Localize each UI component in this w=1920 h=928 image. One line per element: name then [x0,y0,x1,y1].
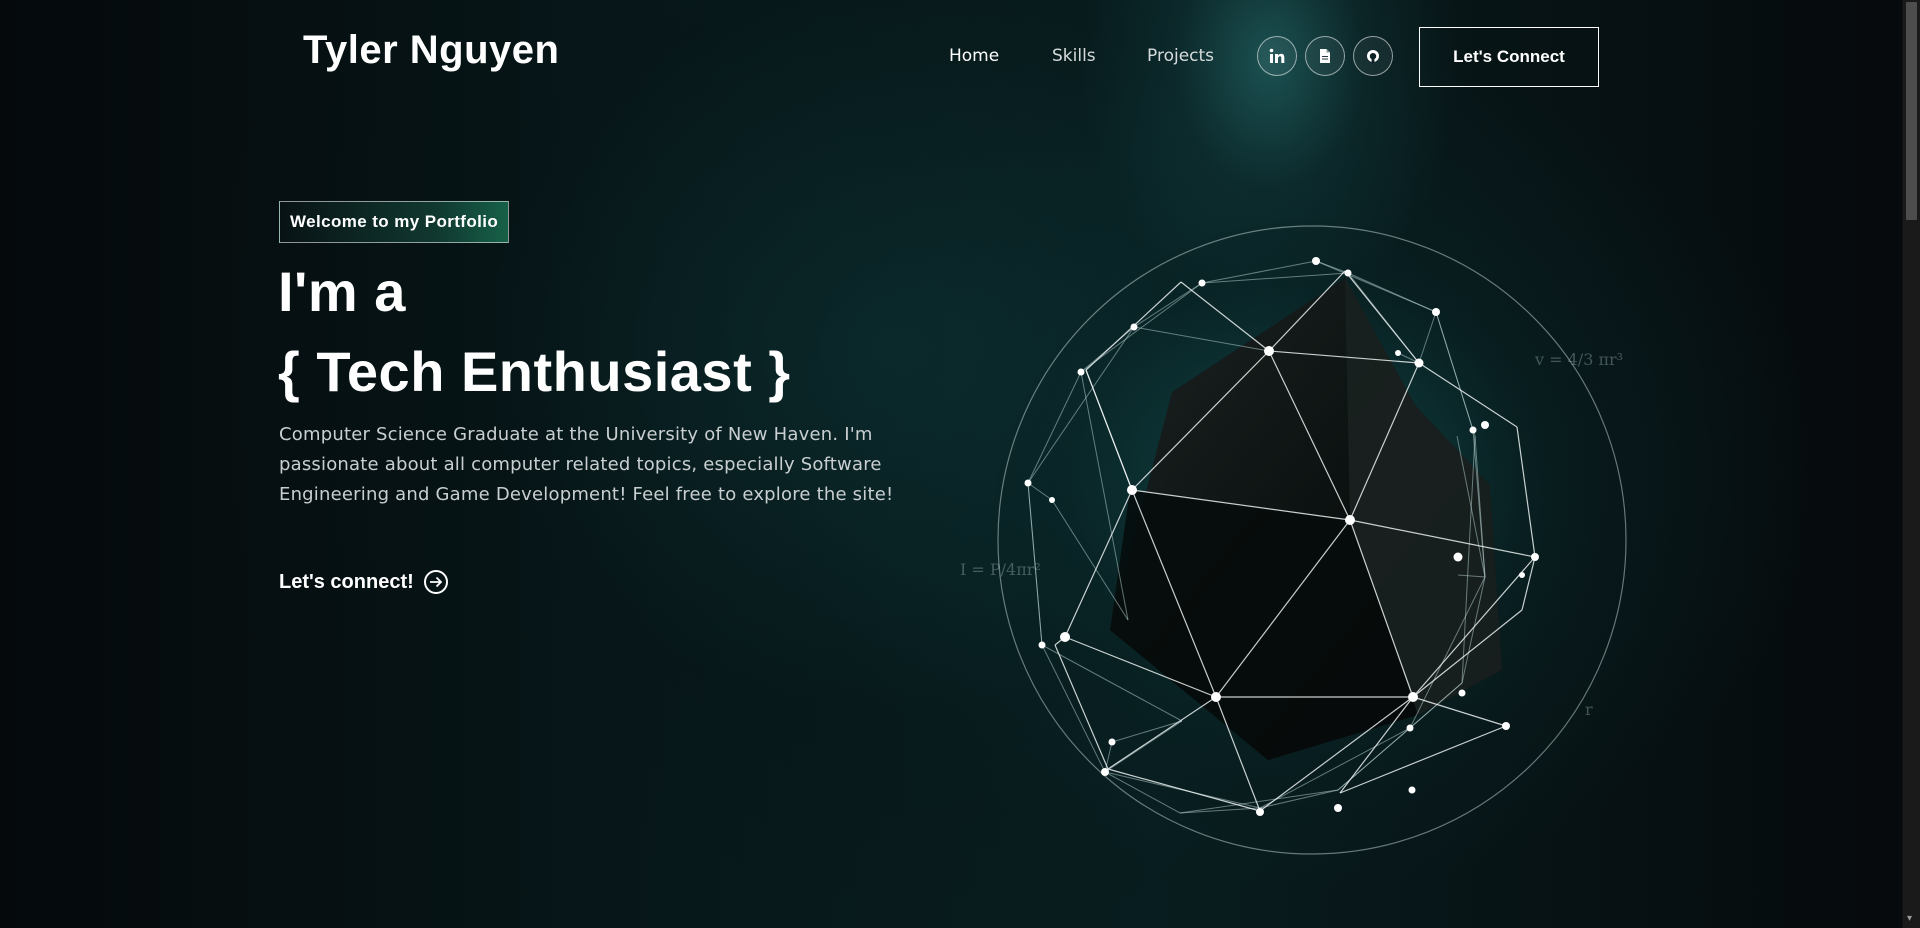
headline-intro: I'm a [278,260,406,323]
arrow-right-circle-icon [423,570,448,594]
bio-text: Computer Science Graduate at the Univers… [279,424,894,505]
scrollbar-thumb[interactable] [1906,2,1917,220]
scroll-down-icon[interactable]: ▾ [1907,914,1912,924]
nav-skills[interactable]: Skills [1052,46,1096,66]
document-icon [1320,49,1330,63]
linkedin-icon [1269,48,1285,63]
headline-role: { Tech Enthusiast } [278,340,791,403]
page: Tyler Nguyen Home Skills Projects Let's … [0,0,1920,928]
volume-formula: v = 4/3 πr³ [1535,350,1624,369]
page-scrollbar[interactable]: ▾ [1902,0,1920,928]
linkedin-button[interactable] [1257,36,1297,76]
github-button[interactable] [1353,36,1393,76]
tagline-badge: Welcome to my Portfolio [279,201,510,243]
nav-home[interactable]: Home [949,46,999,66]
resume-button[interactable] [1305,36,1345,76]
lets-connect-link[interactable]: Let's connect! [279,570,448,594]
cta-label: Let's connect! [279,570,414,593]
lets-connect-button[interactable]: Let's Connect [1419,27,1599,87]
github-icon [1367,50,1379,63]
site-logo[interactable]: Tyler Nguyen [303,28,559,73]
radius-label: r [1585,700,1593,719]
hero-geometric-sphere: v = 4/3 πr³ I = P/4πr² r [950,215,1650,875]
nav-projects[interactable]: Projects [1147,46,1214,66]
intensity-formula: I = P/4πr² [960,560,1041,579]
